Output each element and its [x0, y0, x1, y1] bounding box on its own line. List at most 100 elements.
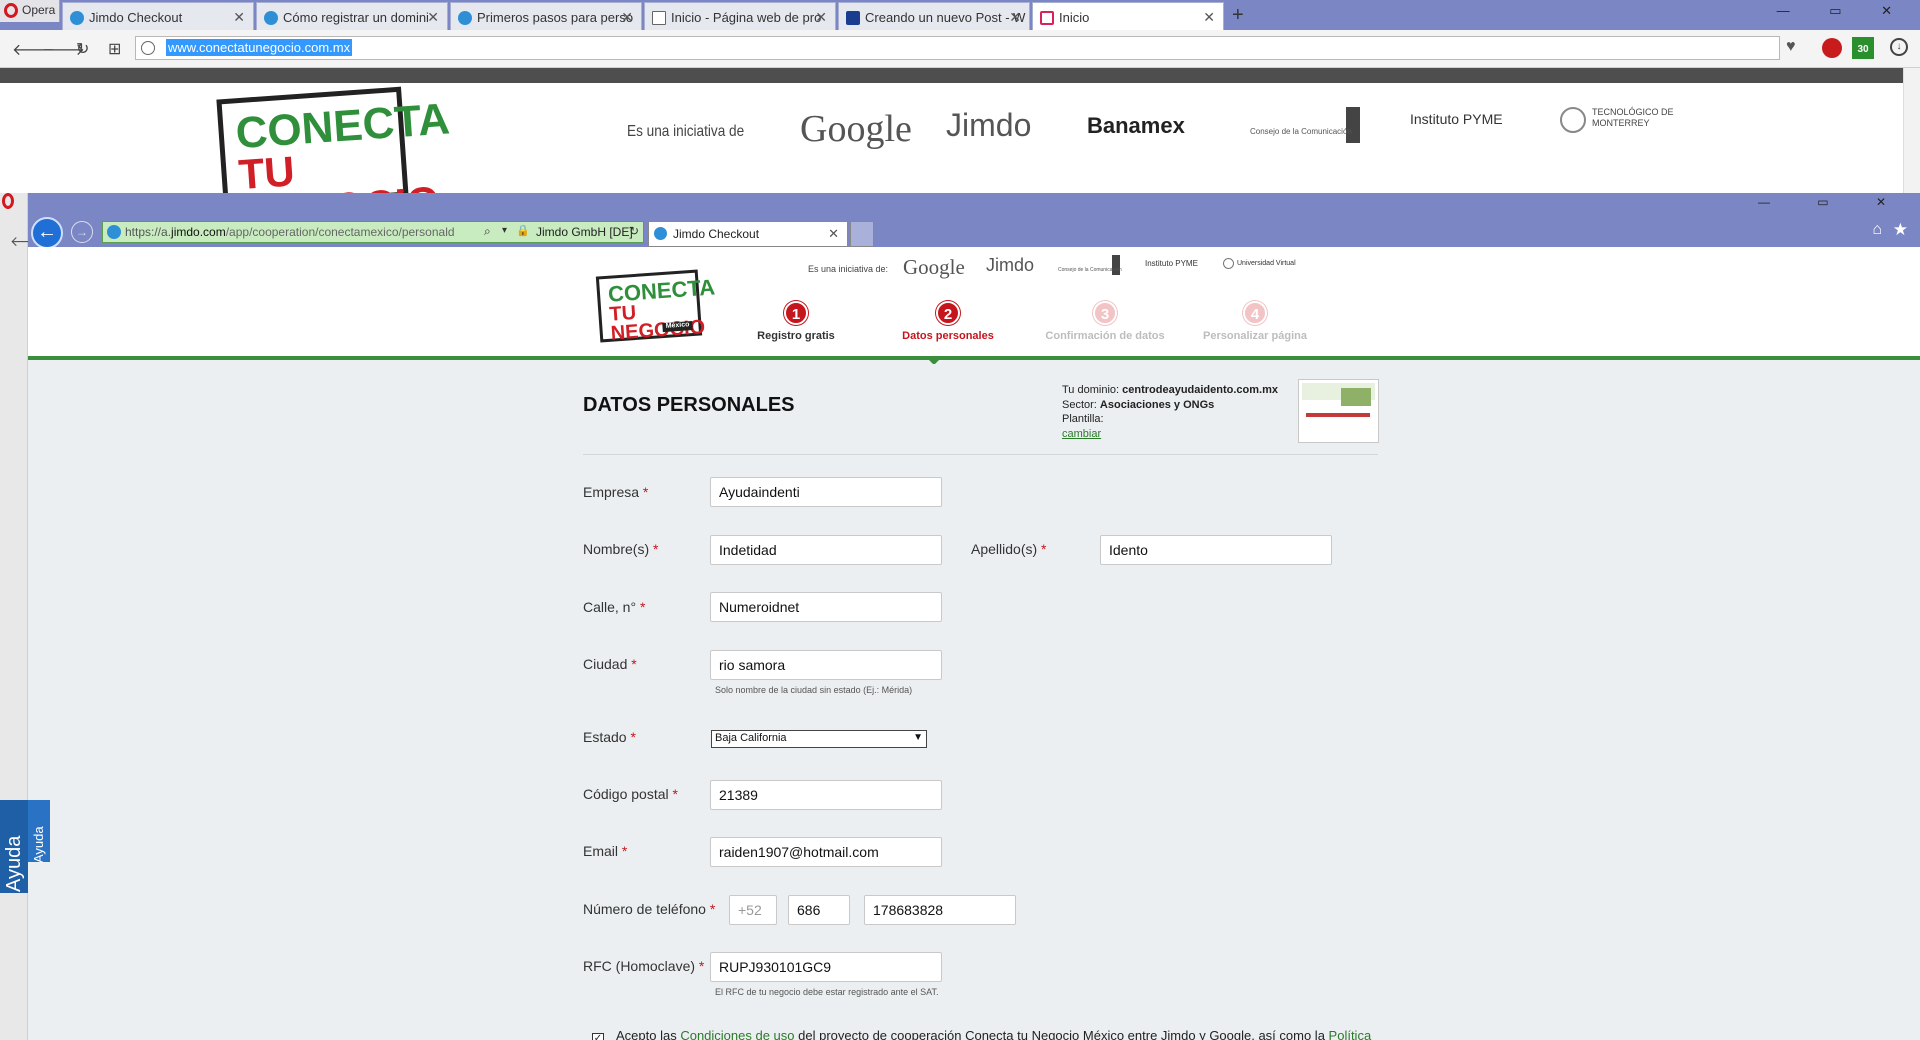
- opera-tab-inicio[interactable]: Inicio ✕: [1032, 2, 1224, 30]
- required-mark: *: [621, 843, 628, 859]
- close-tab-icon[interactable]: ✕: [233, 9, 245, 26]
- search-icon[interactable]: ⌕: [484, 224, 491, 239]
- state-select[interactable]: Baja California ▼: [711, 730, 927, 748]
- step-number: 2: [936, 301, 960, 325]
- domain-value: centrodeayudaidento.com.mx: [1122, 384, 1278, 396]
- close-tab-icon[interactable]: ✕: [427, 9, 439, 26]
- help-tab-inner[interactable]: Ayuda: [28, 800, 50, 863]
- url-field[interactable]: www.conectatunegocio.com.mx: [135, 36, 1780, 60]
- opera-tab-nuevo-post[interactable]: Creando un nuevo Post - W ✕: [838, 2, 1030, 30]
- city-hint: Solo nombre de la ciudad sin estado (Ej.…: [715, 685, 913, 695]
- first-name-label: Nombre(s) *: [583, 541, 658, 557]
- jimdo-icon: [107, 225, 121, 239]
- certificate-label[interactable]: Jimdo GmbH [DE]: [536, 225, 633, 239]
- tab-label: Inicio - Página web de pro: [671, 10, 822, 25]
- conecta-tu-negocio-logo[interactable]: CONECTA TU NEGOCIO: [216, 86, 451, 238]
- close-tab-icon[interactable]: ✕: [828, 226, 839, 242]
- template-thumbnail[interactable]: [1298, 379, 1379, 443]
- label-text: Código postal: [583, 786, 669, 802]
- domain-summary: Tu dominio: centrodeayudaidento.com.mx S…: [1062, 383, 1278, 441]
- sector-value: Asociaciones y ONGs: [1099, 398, 1215, 411]
- close-tab-icon[interactable]: ✕: [1009, 9, 1021, 26]
- banamex-logo: Banamex: [1087, 113, 1185, 138]
- phone-area-input[interactable]: [788, 895, 850, 925]
- city-input[interactable]: [710, 650, 942, 680]
- page-icon: [1040, 11, 1054, 25]
- zip-label: Código postal *: [583, 786, 678, 802]
- consejo-comunicacion-logo: Consejo de la Comunicación: [1250, 107, 1360, 143]
- step-personalizar-pagina: 4 Personalizar página: [1180, 301, 1330, 342]
- required-mark: *: [709, 901, 716, 917]
- blogger-icon: [846, 11, 860, 25]
- forward-button[interactable]: →: [71, 221, 93, 243]
- conecta-tu-negocio-logo[interactable]: CONECTA TU NEGOCIO México: [595, 269, 716, 345]
- inner-window-controls[interactable]: — ▭ ✕: [1758, 195, 1908, 209]
- initiative-text: Es una iniciativa de:: [808, 264, 889, 274]
- company-input[interactable]: [710, 477, 942, 507]
- url-text[interactable]: www.conectatunegocio.com.mx: [166, 39, 353, 56]
- label-text: Ciudad: [583, 656, 628, 672]
- back-button[interactable]: ←: [31, 217, 63, 249]
- zip-input[interactable]: [710, 780, 942, 810]
- step-label: Datos personales: [902, 330, 994, 342]
- opera-menu-label: Opera: [22, 3, 56, 17]
- label-text: RFC (Homoclave): [583, 958, 696, 974]
- inner-tab-jimdo-checkout[interactable]: Jimdo Checkout ✕: [648, 221, 848, 247]
- heart-icon[interactable]: ♥: [1786, 38, 1796, 56]
- opera-tab-inicio-pagina-web[interactable]: Inicio - Página web de pro ✕: [644, 2, 836, 30]
- last-name-input[interactable]: [1100, 535, 1332, 565]
- jimdo-logo: Jimdo: [986, 255, 1035, 275]
- new-tab-button[interactable]: [850, 221, 874, 247]
- home-icon[interactable]: ⌂: [1872, 221, 1882, 239]
- required-mark: *: [698, 958, 705, 974]
- change-template-link[interactable]: cambiar: [1062, 428, 1101, 440]
- download-icon[interactable]: ↓: [1890, 38, 1908, 56]
- label-text: Empresa: [583, 484, 640, 500]
- accept-text-2: del proyecto de cooperación Conecta tu N…: [794, 1028, 1329, 1040]
- required-mark: *: [642, 484, 649, 500]
- opera-menu-button[interactable]: Opera: [0, 0, 60, 22]
- opera-tab-jimdo-checkout[interactable]: Jimdo Checkout ✕: [62, 2, 254, 30]
- speed-dial-grid-icon[interactable]: ⊞: [108, 39, 121, 59]
- email-input[interactable]: [710, 837, 942, 867]
- help-tab-outer[interactable]: Ayuda: [0, 800, 28, 893]
- instituto-pyme-logo: Instituto PYME: [1145, 259, 1198, 268]
- street-label: Calle, n° *: [583, 599, 645, 615]
- tab-label: Creando un nuevo Post - W: [865, 10, 1026, 25]
- window-controls[interactable]: — ▭ ✕: [1777, 3, 1910, 19]
- state-label: Estado *: [583, 729, 636, 745]
- street-input[interactable]: [710, 592, 942, 622]
- consejo-comunicacion-logo: Consejo de la Comunicación: [1058, 255, 1122, 275]
- label-text: Apellido(s): [971, 541, 1038, 557]
- phone-number-input[interactable]: [864, 895, 1016, 925]
- opera-tab-bar: Opera Jimdo Checkout ✕ Cómo registrar un…: [0, 0, 1920, 30]
- first-name-input[interactable]: [710, 535, 942, 565]
- checkout-main: DATOS PERSONALES Tu dominio: centrodeayu…: [28, 364, 1920, 1040]
- close-tab-icon[interactable]: ✕: [815, 9, 827, 26]
- terms-of-use-link[interactable]: Condiciones de uso: [680, 1028, 794, 1040]
- reload-icon[interactable]: ↻: [76, 39, 89, 59]
- opera-tab-registrar-dominio[interactable]: Cómo registrar un domini ✕: [256, 2, 448, 30]
- lock-icon: 🔒: [516, 225, 530, 237]
- checkout-header: CONECTA TU NEGOCIO México Es una iniciat…: [28, 247, 1920, 360]
- rfc-input[interactable]: [710, 952, 942, 982]
- inner-nav-bar: ← → https://a.jimdo.com/app/cooperation/…: [28, 215, 1920, 249]
- extension-badge-icon[interactable]: 30: [1852, 37, 1874, 59]
- url-prefix: https://a.: [125, 225, 172, 239]
- privacy-policy-link[interactable]: Política: [1329, 1028, 1372, 1040]
- close-tab-icon[interactable]: ✕: [1203, 9, 1215, 26]
- email-label: Email *: [583, 843, 627, 859]
- adblock-stop-icon[interactable]: [1822, 38, 1842, 58]
- help-label: Ayuda: [31, 826, 46, 863]
- new-tab-button[interactable]: +: [1232, 4, 1244, 27]
- refresh-icon[interactable]: ↻: [629, 224, 639, 238]
- tec-seal-icon: [1560, 107, 1586, 133]
- help-tab[interactable]: Ayuda Ayuda: [0, 800, 50, 893]
- opera-tab-primeros-pasos[interactable]: Primeros pasos para perso ✕: [450, 2, 642, 30]
- favorites-star-icon[interactable]: ★: [1893, 220, 1908, 240]
- google-logo: Google: [800, 108, 912, 150]
- close-tab-icon[interactable]: ✕: [621, 9, 633, 26]
- outer-scrollbar[interactable]: [1903, 68, 1920, 193]
- dropdown-arrow-icon[interactable]: ▾: [502, 225, 507, 236]
- accept-terms-checkbox[interactable]: ✓: [592, 1033, 604, 1040]
